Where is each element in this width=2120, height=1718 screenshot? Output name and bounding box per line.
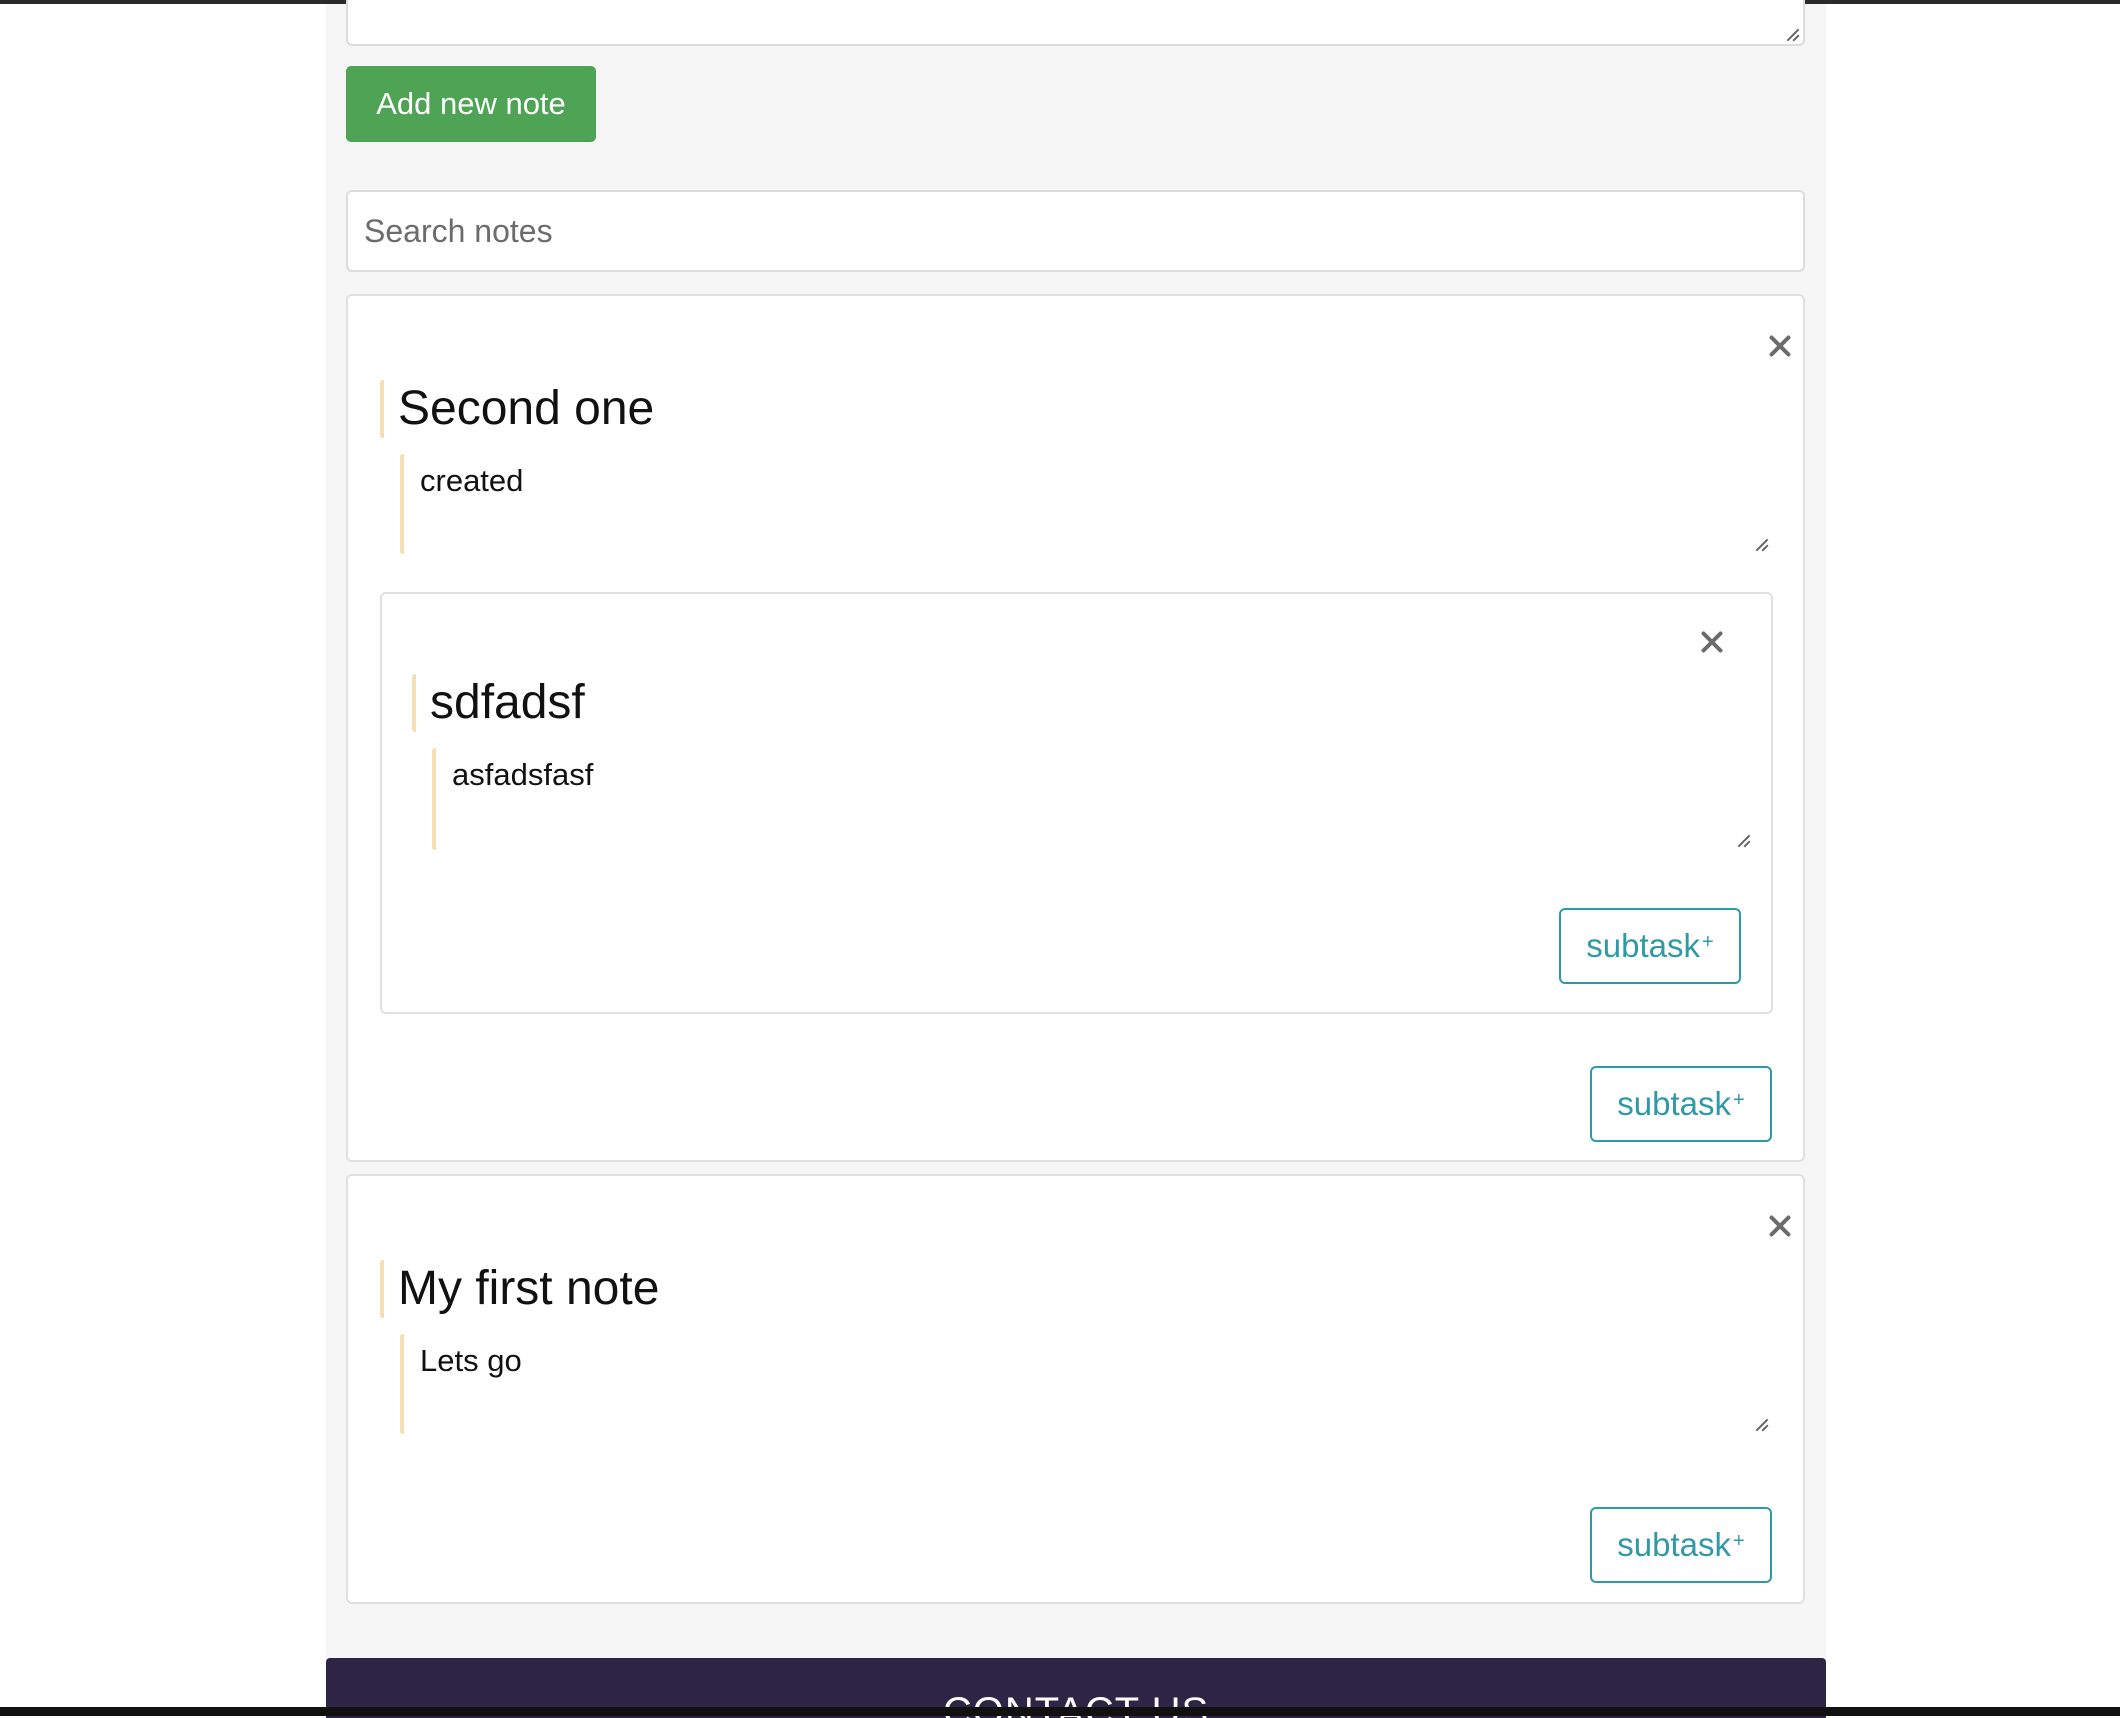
- subtask-body-text: asfadsfasf: [452, 757, 594, 792]
- note-title[interactable]: My first note: [380, 1260, 659, 1318]
- note-body-text: created: [420, 463, 524, 498]
- note-card: My first note Lets go subtask +: [346, 1174, 1805, 1604]
- close-icon[interactable]: [1766, 332, 1794, 360]
- subtask-body-textarea[interactable]: asfadsfasf: [432, 748, 1752, 850]
- add-new-note-button[interactable]: Add new note: [346, 66, 596, 142]
- add-subtask-button[interactable]: subtask +: [1590, 1507, 1772, 1583]
- resize-grip-icon[interactable]: [1736, 832, 1750, 846]
- search-notes-input[interactable]: [346, 190, 1805, 272]
- add-subtask-button[interactable]: subtask +: [1590, 1066, 1772, 1142]
- resize-grip-icon[interactable]: [1754, 1416, 1768, 1430]
- note-card: Second one created sdfadsf asfadsfasf su…: [346, 294, 1805, 1162]
- subtask-title[interactable]: sdfadsf: [412, 674, 585, 732]
- subtask-card: sdfadsf asfadsfasf subtask +: [380, 592, 1773, 1014]
- close-icon[interactable]: [1766, 1212, 1794, 1240]
- new-note-textarea[interactable]: [346, 0, 1805, 46]
- add-subtask-label: subtask: [1586, 927, 1701, 964]
- window-bottom-edge: [0, 1707, 2120, 1716]
- add-subtask-label: subtask: [1617, 1085, 1732, 1122]
- close-icon[interactable]: [1698, 628, 1726, 656]
- add-subtask-button[interactable]: subtask +: [1559, 908, 1741, 984]
- add-subtask-label: subtask: [1617, 1526, 1732, 1563]
- resize-grip-icon[interactable]: [1754, 536, 1768, 550]
- note-title[interactable]: Second one: [380, 380, 654, 438]
- resize-grip-icon[interactable]: [1785, 26, 1799, 40]
- notes-app: Add new note Second one created sdfadsf …: [326, 0, 1826, 1718]
- note-body-textarea[interactable]: created: [400, 454, 1770, 554]
- note-body-text: Lets go: [420, 1343, 522, 1378]
- note-body-textarea[interactable]: Lets go: [400, 1334, 1770, 1434]
